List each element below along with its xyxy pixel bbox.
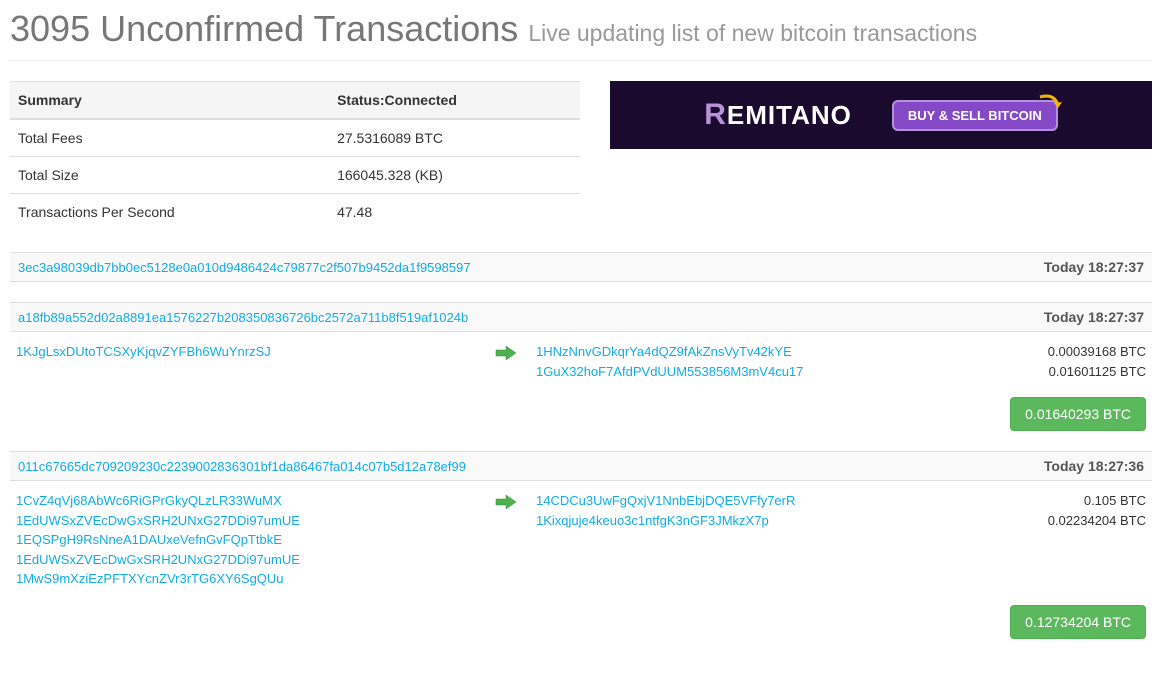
ad-cta-button[interactable]: BUY & SELL BITCOIN (892, 100, 1058, 131)
tx-block: 011c67665dc709209230c2239002836301bf1da8… (10, 451, 1152, 639)
output-amount: 0.02234204 BTC (966, 511, 1146, 531)
tx-total-badge[interactable]: 0.12734204 BTC (1010, 605, 1146, 639)
page-subtitle: Live updating list of new bitcoin transa… (528, 20, 977, 46)
tx-hash-link[interactable]: 011c67665dc709209230c2239002836301bf1da8… (18, 459, 466, 474)
ad-logo: REMITANO (704, 98, 852, 132)
tx-total-badge[interactable]: 0.01640293 BTC (1010, 397, 1146, 431)
summary-value: 166045.328 (KB) (329, 157, 580, 194)
summary-table: Summary Status:Connected Total Fees 27.5… (10, 81, 580, 230)
output-amount: 0.00039168 BTC (966, 342, 1146, 362)
tx-body: 1CvZ4qVj68AbWc6RiGPrGkyQLzLR33WuMX1EdUWS… (10, 481, 1152, 599)
summary-label: Total Size (10, 157, 329, 194)
ad-banner[interactable]: REMITANO BUY & SELL BITCOIN (610, 81, 1152, 149)
tx-total-row: 0.12734204 BTC (10, 599, 1152, 639)
summary-value: 27.5316089 BTC (329, 119, 580, 157)
input-address-link[interactable]: 1CvZ4qVj68AbWc6RiGPrGkyQLzLR33WuMX (16, 491, 476, 511)
page-title: 3095 Unconfirmed Transactions Live updat… (10, 8, 1152, 50)
curved-arrow-icon (1036, 93, 1064, 120)
tx-outputs: 14CDCu3UwFgQxjV1NnbEbjDQE5VFfy7erR1Kixqj… (536, 491, 1146, 589)
tx-body: 1KJgLsxDUtoTCSXyKjqvZYFBh6WuYnrzSJ 1HNzNn… (10, 332, 1152, 391)
output-amount: 0.105 BTC (966, 491, 1146, 511)
input-address-link[interactable]: 1EdUWSxZVEcDwGxSRH2UNxG27DDi97umUE (16, 511, 476, 531)
tx-header: a18fb89a552d02a8891ea1576227b20835083672… (10, 302, 1152, 332)
tx-outputs: 1HNzNnvGDkqrYa4dQZ9fAkZnsVyTv42kYE1GuX32… (536, 342, 1146, 381)
tx-block: a18fb89a552d02a8891ea1576227b20835083672… (10, 302, 1152, 431)
divider (10, 60, 1152, 61)
output-address-link[interactable]: 14CDCu3UwFgQxjV1NnbEbjDQE5VFfy7erR (536, 491, 966, 511)
summary-value: 47.48 (329, 194, 580, 231)
summary-label: Total Fees (10, 119, 329, 157)
summary-header-status: Status:Connected (329, 82, 580, 120)
tx-block: 3ec3a98039db7bb0ec5128e0a010d9486424c798… (10, 252, 1152, 282)
arrow-right-icon (476, 491, 536, 589)
output-address-link[interactable]: 1Kixqjuje4keuo3c1ntfgK3nGF3JMkzX7p (536, 511, 966, 531)
title-text: Unconfirmed Transactions (100, 8, 518, 49)
output-address-link[interactable]: 1GuX32hoF7AfdPVdUUM553856M3mV4cu17 (536, 362, 966, 382)
tx-inputs: 1CvZ4qVj68AbWc6RiGPrGkyQLzLR33WuMX1EdUWS… (16, 491, 476, 589)
tx-count: 3095 (10, 8, 90, 49)
input-address-link[interactable]: 1MwS9mXziEzPFTXYcnZVr3rTG6XY6SgQUu (16, 569, 476, 589)
tx-header: 011c67665dc709209230c2239002836301bf1da8… (10, 451, 1152, 481)
input-address-link[interactable]: 1EdUWSxZVEcDwGxSRH2UNxG27DDi97umUE (16, 550, 476, 570)
tx-hash-link[interactable]: a18fb89a552d02a8891ea1576227b20835083672… (18, 310, 468, 325)
output-address-link[interactable]: 1HNzNnvGDkqrYa4dQZ9fAkZnsVyTv42kYE (536, 342, 966, 362)
tx-header: 3ec3a98039db7bb0ec5128e0a010d9486424c798… (10, 252, 1152, 282)
summary-row: Transactions Per Second 47.48 (10, 194, 580, 231)
tx-inputs: 1KJgLsxDUtoTCSXyKjqvZYFBh6WuYnrzSJ (16, 342, 476, 381)
input-address-link[interactable]: 1KJgLsxDUtoTCSXyKjqvZYFBh6WuYnrzSJ (16, 342, 476, 362)
tx-total-row: 0.01640293 BTC (10, 391, 1152, 431)
arrow-right-icon (476, 342, 536, 381)
tx-hash-link[interactable]: 3ec3a98039db7bb0ec5128e0a010d9486424c798… (18, 260, 471, 275)
input-address-link[interactable]: 1EQSPgH9RsNneA1DAUxeVefnGvFQpTtbkE (16, 530, 476, 550)
summary-row: Total Fees 27.5316089 BTC (10, 119, 580, 157)
summary-header-label: Summary (10, 82, 329, 120)
summary-row: Total Size 166045.328 (KB) (10, 157, 580, 194)
output-amount: 0.01601125 BTC (966, 362, 1146, 382)
tx-time: Today 18:27:37 (1044, 309, 1144, 325)
summary-label: Transactions Per Second (10, 194, 329, 231)
tx-time: Today 18:27:37 (1044, 259, 1144, 275)
tx-time: Today 18:27:36 (1044, 458, 1144, 474)
